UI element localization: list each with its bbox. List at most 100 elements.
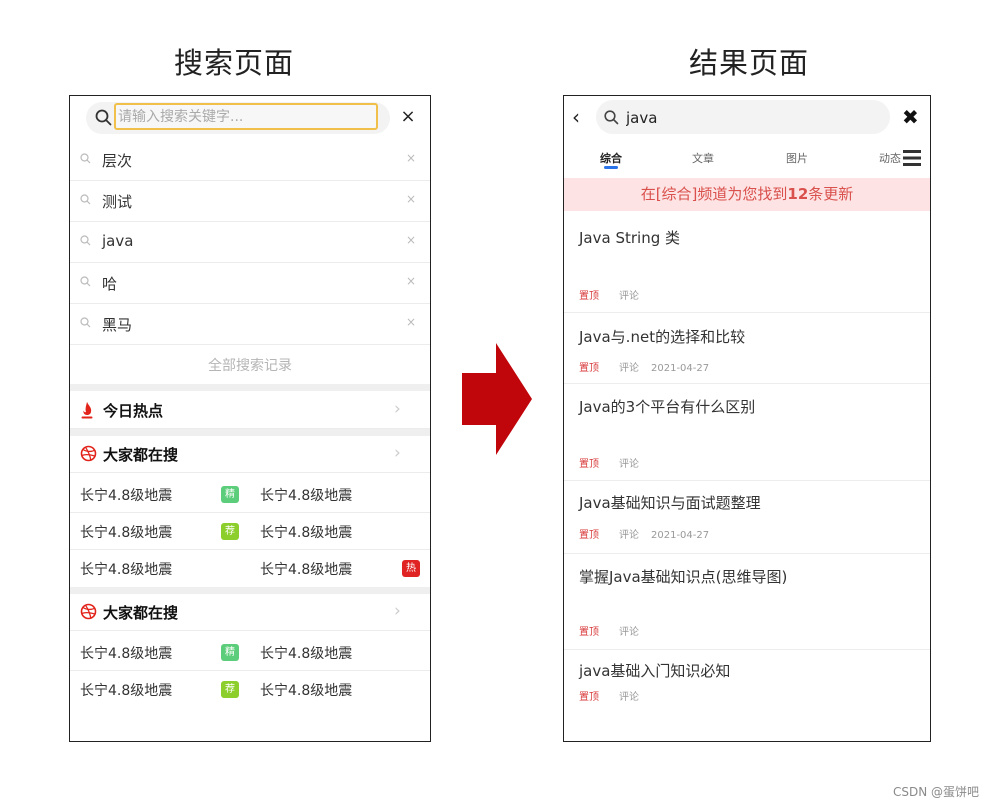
- hot-search-item[interactable]: 长宁4.8级地震: [80, 680, 172, 700]
- delete-history-icon[interactable]: ×: [406, 233, 416, 247]
- section-divider: [70, 587, 430, 594]
- history-label: java: [102, 232, 134, 250]
- search-pill: [596, 100, 890, 134]
- result-item[interactable]: Java基础知识与面试题整理 置顶 评论 2021-04-27: [564, 481, 930, 554]
- active-tab-underline: [604, 166, 618, 169]
- delete-history-icon[interactable]: ×: [406, 274, 416, 288]
- close-icon[interactable]: ×: [398, 106, 418, 128]
- everyone-searching-label: 大家都在搜: [103, 604, 179, 622]
- tag-badge: 精: [221, 486, 239, 503]
- result-date: 2021-04-27: [651, 363, 710, 374]
- everyone-searching-header[interactable]: 大家都在搜 ›: [70, 436, 430, 473]
- hot-search-item[interactable]: 长宁4.8级地震: [80, 559, 172, 579]
- hot-search-item[interactable]: 长宁4.8级地震: [80, 522, 172, 542]
- result-title: Java String 类: [579, 229, 680, 247]
- result-item[interactable]: Java的3个平台有什么区别 置顶 评论: [564, 384, 930, 481]
- history-item[interactable]: 测试 ×: [70, 181, 430, 222]
- result-page-title: 结果页面: [689, 46, 810, 80]
- search-page-title: 搜索页面: [174, 46, 295, 80]
- result-item[interactable]: 掌握Java基础知识点(思维导图) 置顶 评论: [564, 554, 930, 650]
- result-item[interactable]: Java String 类 置顶 评论: [564, 212, 930, 313]
- tab-images[interactable]: 图片: [786, 150, 808, 166]
- result-meta: 置顶 评论: [579, 623, 639, 638]
- result-meta: 置顶 评论: [579, 287, 639, 302]
- hot-search-item[interactable]: 长宁4.8级地震: [80, 643, 172, 663]
- tab-comprehensive[interactable]: 综合: [600, 150, 622, 166]
- comment-link[interactable]: 评论: [619, 627, 639, 638]
- tag-badge: 荐: [221, 681, 239, 698]
- result-date: 2021-04-27: [651, 530, 710, 541]
- search-input[interactable]: [116, 105, 376, 128]
- tag-badge: 荐: [221, 523, 239, 540]
- comment-link[interactable]: 评论: [619, 530, 639, 541]
- history-label: 测试: [102, 193, 133, 211]
- banner-suffix: 条更新: [808, 185, 854, 203]
- result-title: Java基础知识与面试题整理: [579, 494, 761, 512]
- search-input[interactable]: [624, 106, 878, 130]
- all-search-records-link[interactable]: 全部搜索记录: [70, 351, 430, 381]
- delete-history-icon[interactable]: ×: [406, 192, 416, 206]
- pinned-badge: 置顶: [579, 459, 599, 470]
- result-meta: 置顶 评论 2021-04-27: [579, 526, 709, 541]
- comment-link[interactable]: 评论: [619, 363, 639, 374]
- chevron-right-icon[interactable]: ›: [394, 601, 401, 621]
- dribbble-icon: [80, 603, 97, 620]
- hot-search-row: 长宁4.8级地震 精 长宁4.8级地震: [70, 634, 430, 671]
- search-history-list: 层次 × 测试 × java × 哈 × 黑马 ×: [70, 140, 430, 345]
- result-title: Java与.net的选择和比较: [579, 328, 746, 346]
- delete-history-icon[interactable]: ×: [406, 151, 416, 165]
- everyone-searching-header[interactable]: 大家都在搜 ›: [70, 594, 430, 631]
- everyone-searching-label: 大家都在搜: [103, 446, 179, 464]
- history-item[interactable]: 层次 ×: [70, 140, 430, 181]
- right-arrow-icon: [462, 343, 532, 455]
- search-icon: [604, 110, 619, 125]
- flame-icon: [81, 402, 93, 419]
- history-item[interactable]: java ×: [70, 222, 430, 263]
- hot-search-item[interactable]: 长宁4.8级地震: [80, 485, 172, 505]
- pinned-badge: 置顶: [579, 692, 599, 703]
- result-item[interactable]: java基础入门知识必知 置顶 评论: [564, 650, 930, 710]
- delete-history-icon[interactable]: ×: [406, 315, 416, 329]
- history-item[interactable]: 黑马 ×: [70, 304, 430, 345]
- banner-count: 12: [787, 185, 809, 203]
- history-label: 哈: [102, 275, 118, 293]
- section-divider: [70, 384, 430, 391]
- search-icon: [80, 194, 91, 205]
- hot-search-item[interactable]: 长宁4.8级地震: [260, 485, 352, 505]
- menu-icon[interactable]: [903, 149, 921, 167]
- back-icon[interactable]: ‹: [572, 105, 580, 129]
- search-header: ×: [70, 96, 430, 140]
- pinned-badge: 置顶: [579, 291, 599, 302]
- banner-prefix: 在[综合]频道为您找到: [640, 185, 788, 203]
- history-item[interactable]: 哈 ×: [70, 263, 430, 304]
- result-title: java基础入门知识必知: [579, 662, 731, 680]
- today-hot-header[interactable]: 今日热点 ›: [70, 392, 430, 429]
- result-tabs: 综合 文章 图片 动态: [564, 140, 930, 176]
- result-meta: 置顶 评论 2021-04-27: [579, 359, 709, 374]
- hot-search-item[interactable]: 长宁4.8级地震: [260, 643, 352, 663]
- history-label: 层次: [102, 152, 133, 170]
- pinned-badge: 置顶: [579, 627, 599, 638]
- comment-link[interactable]: 评论: [619, 291, 639, 302]
- pinned-badge: 置顶: [579, 363, 599, 374]
- hot-search-row: 长宁4.8级地震 长宁4.8级地震 热: [70, 550, 430, 586]
- chevron-right-icon[interactable]: ›: [394, 399, 401, 419]
- result-title: 掌握Java基础知识点(思维导图): [579, 568, 788, 586]
- history-label: 黑马: [102, 316, 133, 334]
- result-item[interactable]: Java与.net的选择和比较 置顶 评论 2021-04-27: [564, 313, 930, 384]
- hot-search-item[interactable]: 长宁4.8级地震: [260, 522, 352, 542]
- comment-link[interactable]: 评论: [619, 692, 639, 703]
- tab-articles[interactable]: 文章: [692, 150, 714, 166]
- chevron-right-icon[interactable]: ›: [394, 443, 401, 463]
- tab-dynamics[interactable]: 动态: [879, 150, 901, 166]
- result-title: Java的3个平台有什么区别: [579, 398, 756, 416]
- comment-link[interactable]: 评论: [619, 459, 639, 470]
- hot-search-item[interactable]: 长宁4.8级地震: [260, 559, 352, 579]
- hot-search-item[interactable]: 长宁4.8级地震: [260, 680, 352, 700]
- watermark: CSDN @蛋饼吧: [893, 785, 980, 799]
- result-count-banner: 在[综合]频道为您找到12条更新: [564, 178, 930, 211]
- close-icon[interactable]: ✖: [902, 105, 919, 129]
- result-page-frame: ‹ ✖ 综合 文章 图片 动态 在[综合]频道为您找到12条更新 Java St…: [563, 95, 931, 742]
- result-header: ‹ ✖: [564, 96, 930, 140]
- pinned-badge: 置顶: [579, 530, 599, 541]
